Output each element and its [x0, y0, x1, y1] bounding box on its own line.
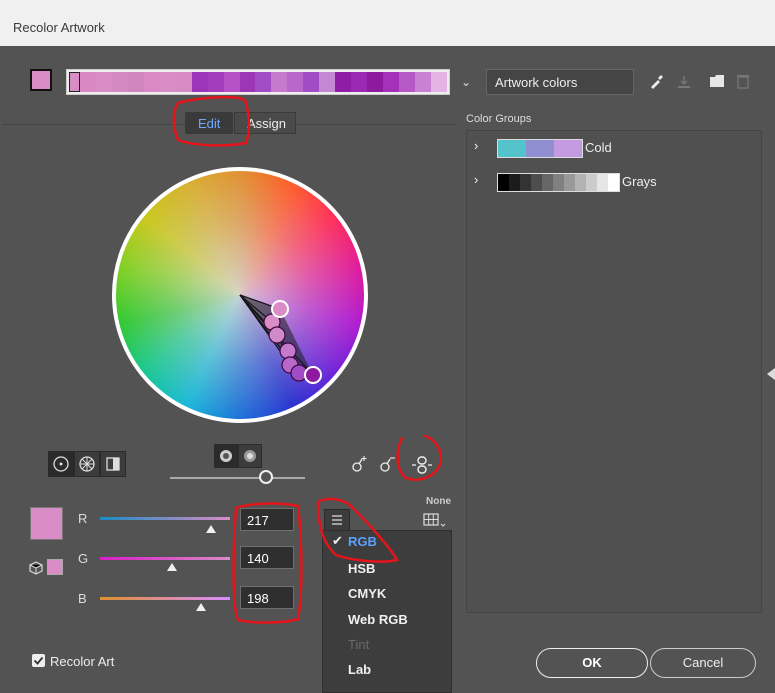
annotation-marks [172, 95, 442, 624]
